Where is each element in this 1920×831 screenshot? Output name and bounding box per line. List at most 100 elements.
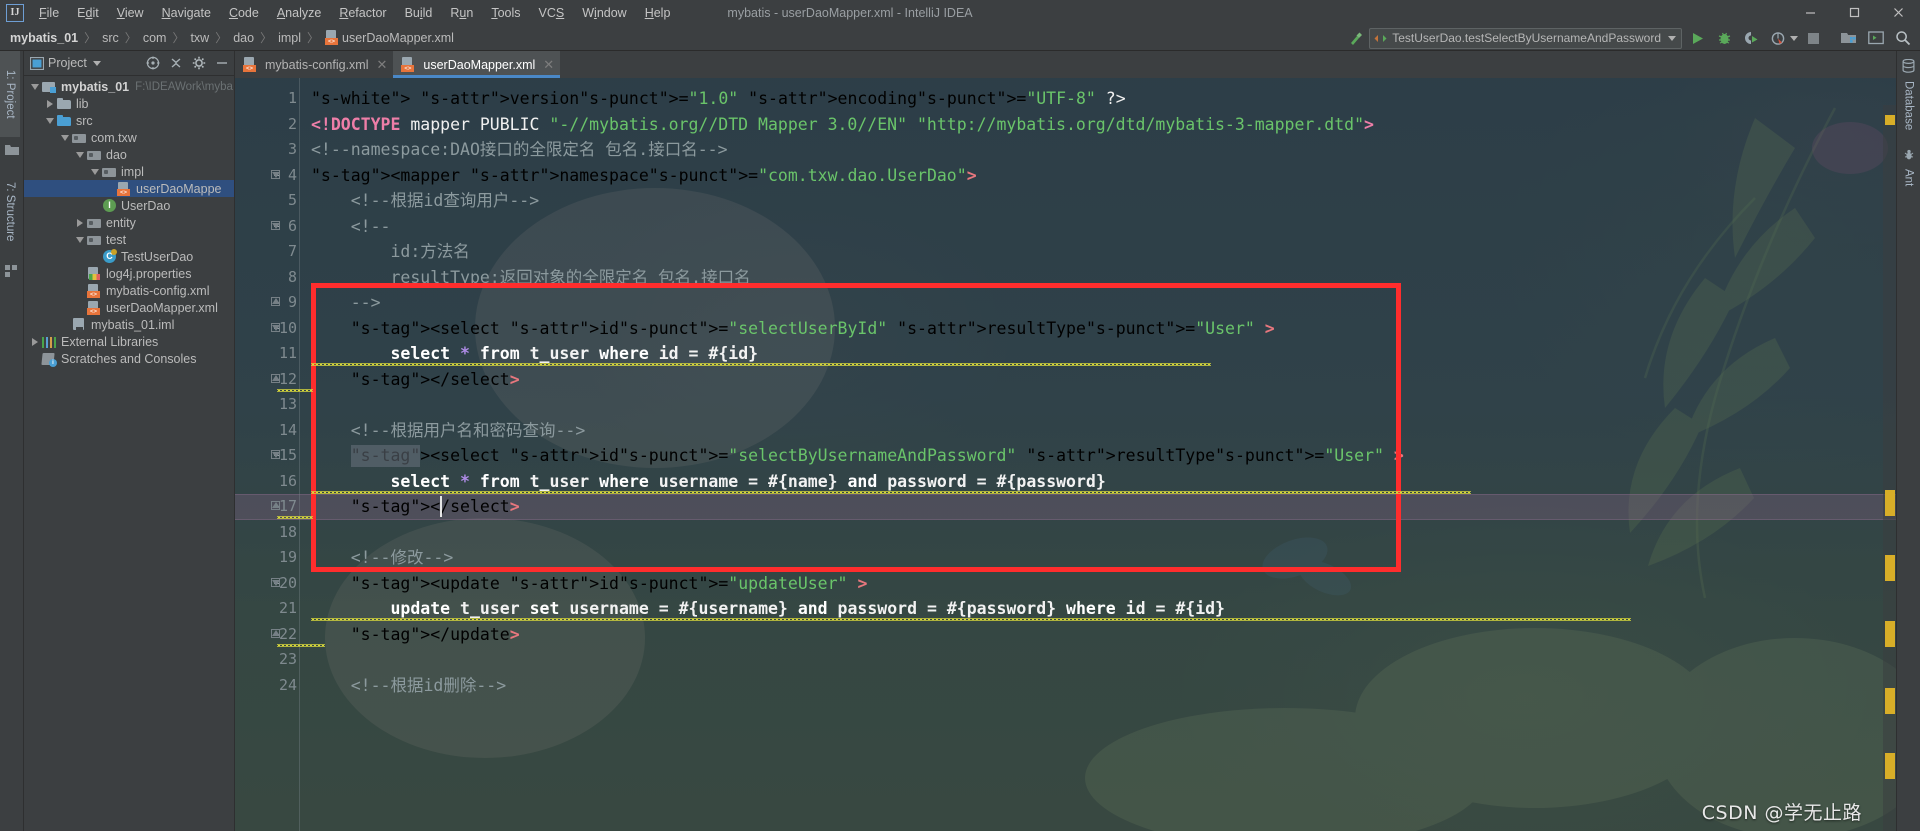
tree-node-src[interactable]: src <box>24 112 234 129</box>
warning-stripe-marker[interactable] <box>1885 555 1895 581</box>
tree-node-com-txw[interactable]: com.txw <box>24 129 234 146</box>
hide-panel-icon[interactable] <box>212 54 231 73</box>
code-fold-up-icon[interactable] <box>271 297 282 308</box>
warning-stripe-marker[interactable] <box>1885 115 1895 125</box>
code-fold-down-icon[interactable] <box>271 577 282 589</box>
breadcrumb-item-label: impl <box>278 30 302 45</box>
chevron-down-icon[interactable] <box>92 60 101 66</box>
xml-file-icon <box>116 181 132 197</box>
line-number: 2 <box>287 114 297 133</box>
build-hammer-icon[interactable] <box>1342 26 1369 50</box>
tool-window-database[interactable]: Database <box>1903 73 1915 139</box>
warning-stripe-marker[interactable] <box>1885 621 1895 647</box>
code-fold-up-icon[interactable] <box>271 501 282 512</box>
run-icon[interactable] <box>1684 26 1711 50</box>
menu-item-view[interactable]: View <box>108 3 153 23</box>
sidebar-item-project[interactable]: 1: Project <box>0 51 20 137</box>
code-fold-down-icon[interactable] <box>271 220 282 232</box>
code-editor[interactable]: 1 2 3 4 5 6 7 8 9 10 11 12 13 14 15 16 17 18 19 20 21 22 23 24 … <box>235 78 1896 831</box>
breadcrumb-item-userdaomapper-xml[interactable]: userDaoMapper.xml <box>323 29 456 46</box>
tree-node-impl[interactable]: impl <box>24 163 234 180</box>
tree-node-entity[interactable]: entity <box>24 214 234 231</box>
breadcrumb-item-src[interactable]: src <box>100 30 121 46</box>
error-stripe-marker-bar[interactable] <box>1883 105 1896 831</box>
close-icon[interactable]: ✕ <box>543 58 554 71</box>
tree-node-userdaomapper-xml[interactable]: userDaoMapper.xml <box>24 299 234 316</box>
breadcrumb-separator: 〉 <box>172 31 185 45</box>
close-icon[interactable]: ✕ <box>377 58 388 71</box>
debug-icon[interactable] <box>1711 26 1738 50</box>
menu-item-file[interactable]: File <box>30 3 68 23</box>
profiler-icon[interactable] <box>1765 26 1798 50</box>
open-project-structure-icon[interactable] <box>1835 26 1862 50</box>
menu-item-analyze[interactable]: Analyze <box>268 3 330 23</box>
breadcrumb-item-impl[interactable]: impl <box>276 30 303 46</box>
tool-window-ant[interactable]: Ant <box>1903 161 1915 195</box>
tree-node-label: log4j.properties <box>106 266 192 281</box>
code-fold-up-icon[interactable] <box>271 628 282 640</box>
tree-node-mybatis-01-iml[interactable]: mybatis_01.iml <box>24 316 234 333</box>
menu-item-help[interactable]: Help <box>636 3 680 23</box>
close-button[interactable] <box>1876 0 1920 25</box>
class-icon <box>101 248 117 265</box>
chevron-down-icon[interactable] <box>73 146 86 163</box>
tree-node-log4j-properties[interactable]: log4j.properties <box>24 265 234 282</box>
terminal-icon[interactable] <box>1862 26 1889 50</box>
menu-item-refactor[interactable]: Refactor <box>330 3 395 23</box>
chevron-down-icon[interactable] <box>73 231 86 248</box>
tree-node-mybatis-config-xml[interactable]: mybatis-config.xml <box>24 282 234 299</box>
editor-tab-userdaomapper-xml[interactable]: userDaoMapper.xml ✕ <box>393 51 561 78</box>
breadcrumb-item-mybatis-01[interactable]: mybatis_01 <box>8 30 80 46</box>
menu-item-tools[interactable]: Tools <box>482 3 529 23</box>
stop-icon[interactable] <box>1800 26 1827 50</box>
breadcrumb-item-txw[interactable]: txw <box>188 30 211 46</box>
collapse-all-icon[interactable] <box>166 54 185 73</box>
menu-item-build[interactable]: Build <box>396 3 442 23</box>
chevron-down-icon[interactable] <box>43 112 56 129</box>
scroll-from-source-icon[interactable] <box>143 54 162 73</box>
tree-node-testuserdao[interactable]: TestUserDao <box>24 248 234 265</box>
menu-item-edit[interactable]: Edit <box>68 3 108 23</box>
tree-node-dao[interactable]: dao <box>24 146 234 163</box>
chevron-right-icon[interactable] <box>73 214 86 231</box>
warning-stripe-marker[interactable] <box>1885 753 1895 779</box>
run-with-coverage-icon[interactable] <box>1738 26 1765 50</box>
menu-item-vcs[interactable]: VCS <box>530 3 574 23</box>
code-fold-down-icon[interactable] <box>271 169 282 181</box>
menu-item-run[interactable]: Run <box>441 3 482 23</box>
warning-stripe-marker[interactable] <box>1885 490 1895 516</box>
code-fold-up-icon[interactable] <box>271 373 282 385</box>
menu-item-window[interactable]: Window <box>573 3 635 23</box>
sidebar-item-structure[interactable]: 7: Structure <box>0 166 20 258</box>
tree-node-userdaomappe[interactable]: userDaoMappe <box>24 180 234 197</box>
tree-node-external-libraries[interactable]: External Libraries <box>24 333 234 350</box>
tree-node-lib[interactable]: lib <box>24 95 234 112</box>
run-configuration-selector[interactable]: TestUserDao.testSelectByUsernameAndPassw… <box>1369 27 1682 49</box>
warning-stripe-marker[interactable] <box>1885 688 1895 714</box>
tree-node-userdao[interactable]: UserDao <box>24 197 234 214</box>
menu-item-code[interactable]: Code <box>220 3 268 23</box>
maximize-button[interactable] <box>1832 0 1876 25</box>
xml-file-icon <box>325 30 339 45</box>
minimize-button[interactable] <box>1788 0 1832 25</box>
tree-node-mybatis-01[interactable]: mybatis_01 F:\IDEAWork\myba <box>24 78 234 95</box>
chevron-down-icon[interactable] <box>58 129 71 146</box>
line-number: 10 <box>278 318 297 337</box>
package-icon <box>86 147 102 163</box>
breadcrumb-item-dao[interactable]: dao <box>231 30 256 46</box>
chevron-right-icon[interactable] <box>28 333 41 350</box>
breadcrumb-item-com[interactable]: com <box>141 30 169 46</box>
code-fold-down-icon[interactable] <box>271 322 282 334</box>
chevron-down-icon[interactable] <box>28 78 41 95</box>
code-fold-down-icon[interactable] <box>271 450 282 461</box>
tree-node-test[interactable]: test <box>24 231 234 248</box>
editor-tab-label: userDaoMapper.xml <box>423 57 536 72</box>
menu-item-navigate[interactable]: Navigate <box>153 3 220 23</box>
tree-node-scratches-and-consoles[interactable]: Scratches and Consoles <box>24 350 234 367</box>
search-everywhere-icon[interactable] <box>1889 26 1916 50</box>
chevron-down-icon[interactable] <box>88 163 101 180</box>
chevron-right-icon[interactable] <box>43 95 56 112</box>
code-content[interactable]: "s-white"> "s-attr">version"s-punct">="1… <box>311 78 1896 831</box>
gear-icon[interactable] <box>189 54 208 73</box>
editor-tab-mybatis-config-xml[interactable]: mybatis-config.xml ✕ <box>235 51 393 78</box>
